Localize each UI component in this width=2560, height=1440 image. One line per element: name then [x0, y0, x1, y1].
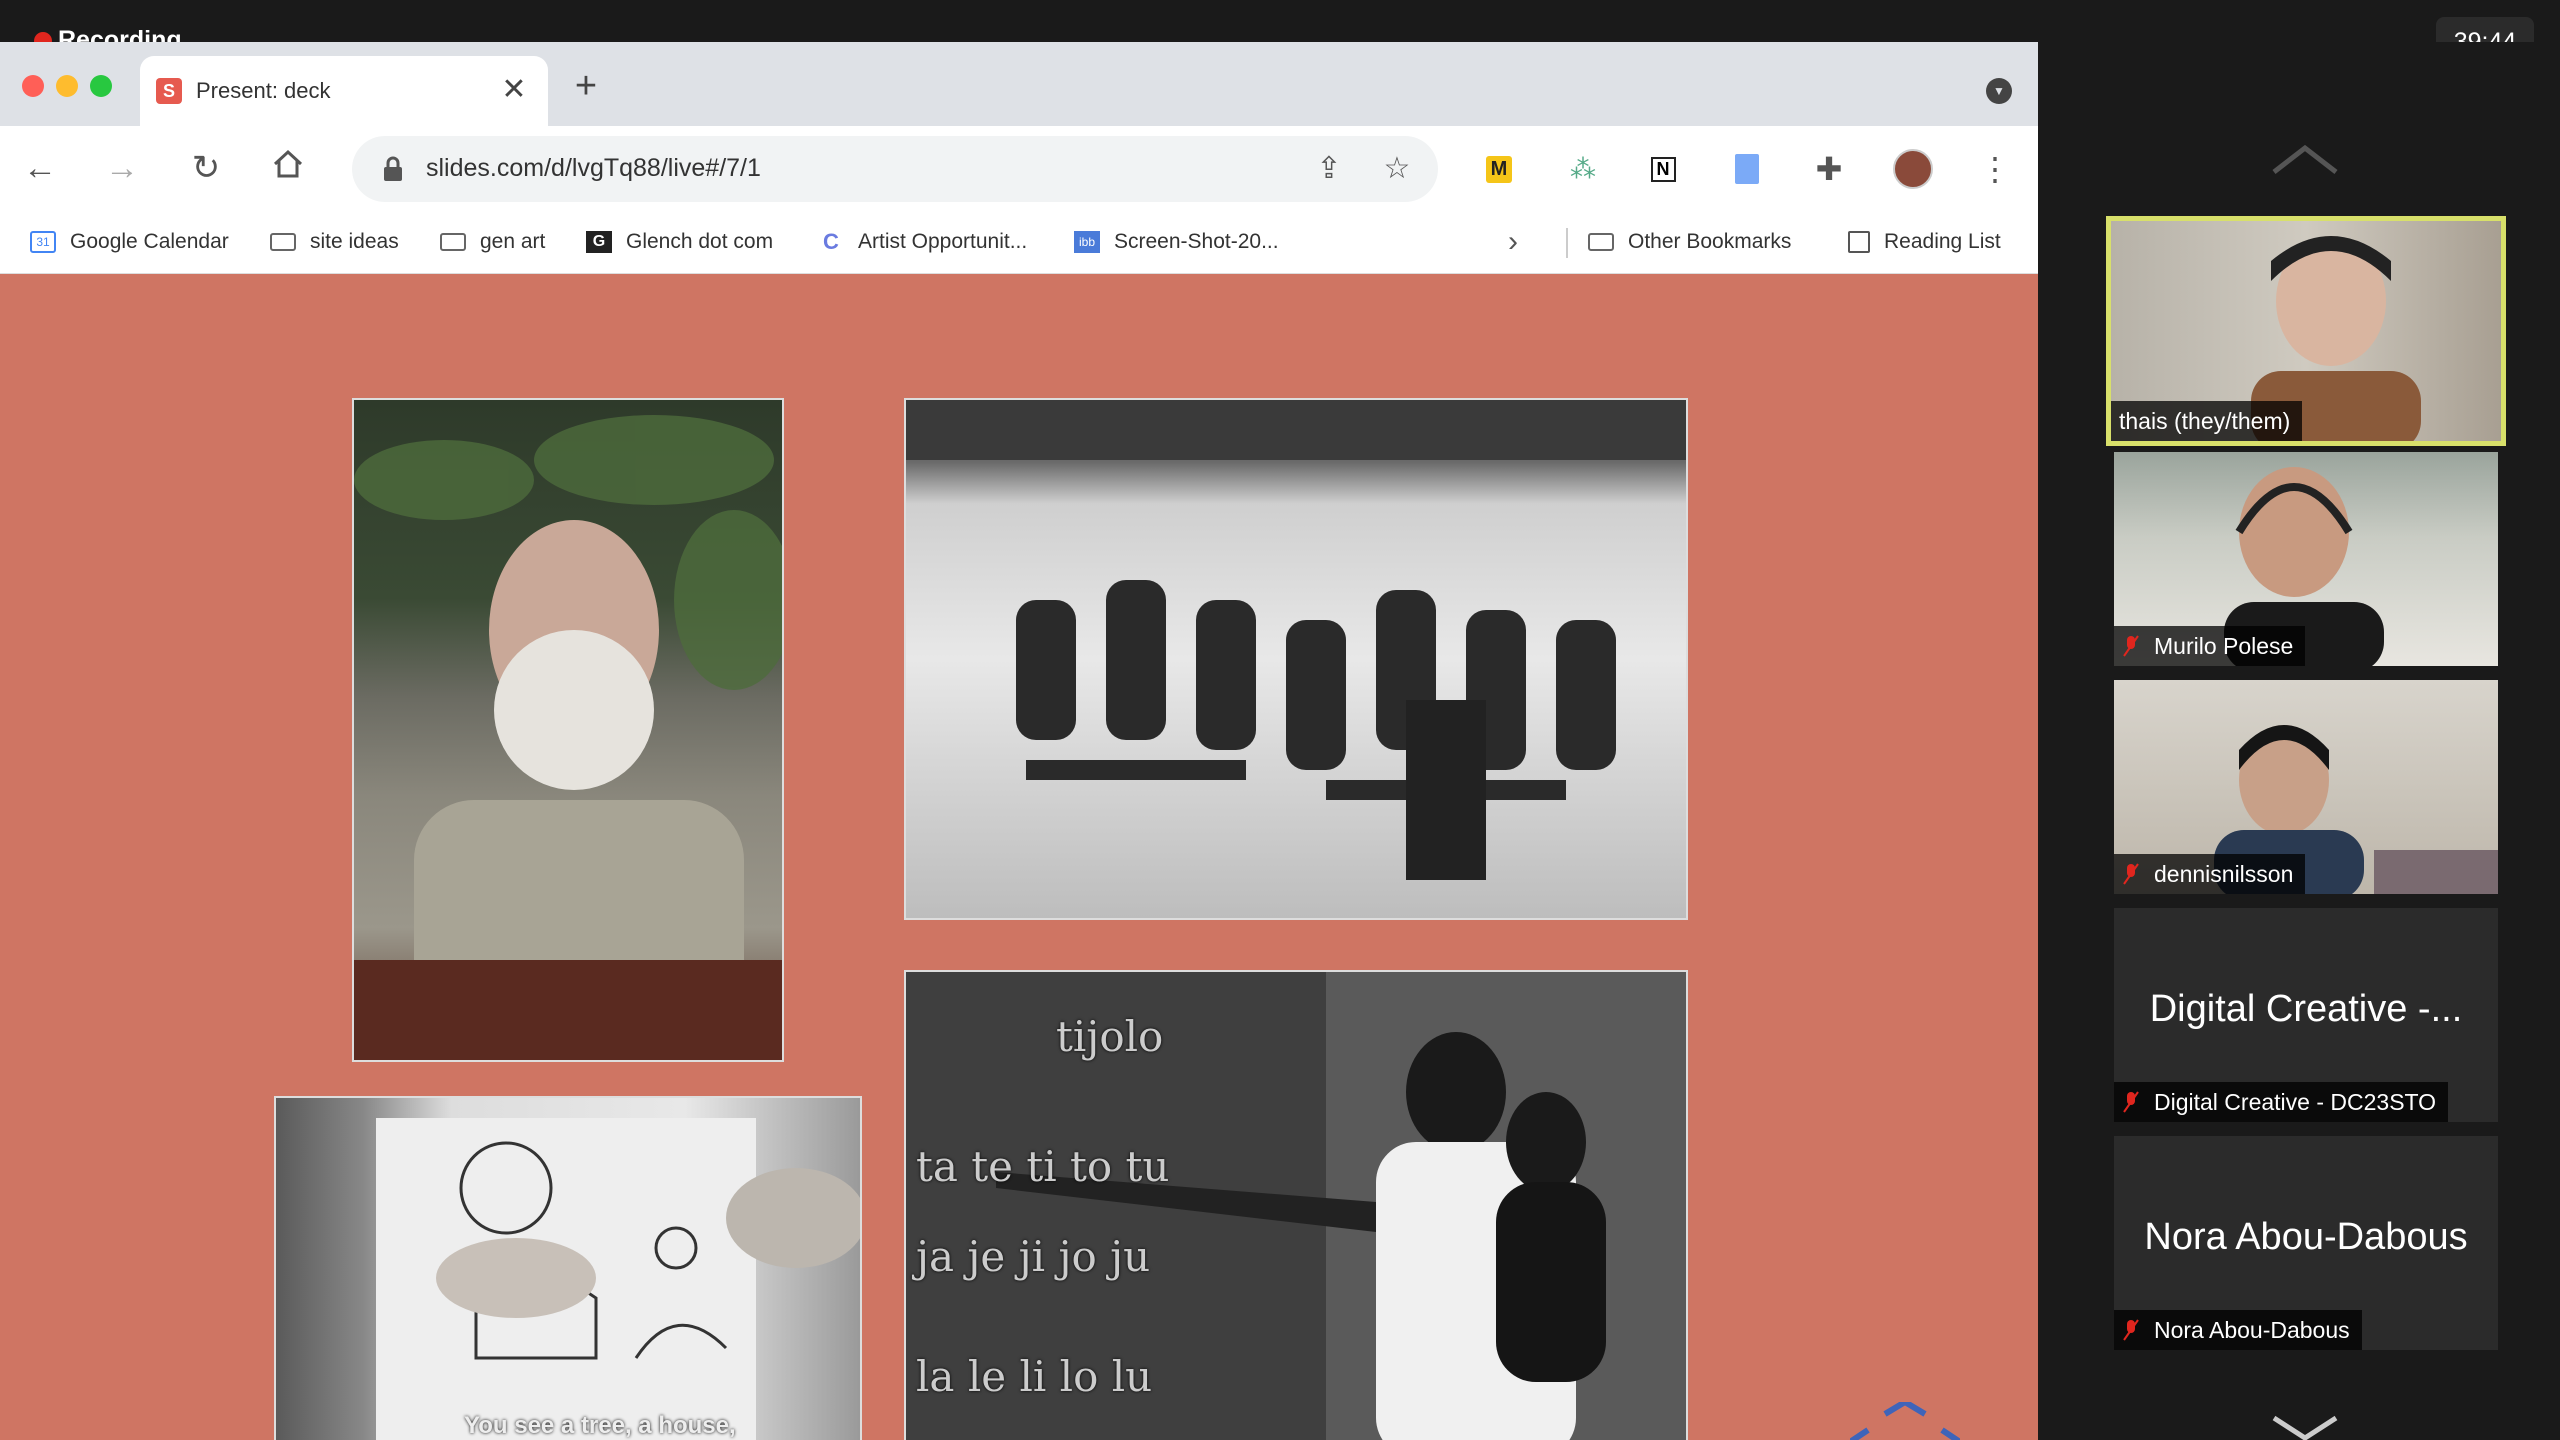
blackboard-lesson-photo: tijolo ta te ti to tu ja je ji jo ju la …	[904, 970, 1688, 1440]
folder-icon	[270, 233, 296, 251]
tab-close-icon[interactable]: ✕	[496, 72, 532, 108]
browser-window: S Present: deck ✕ + ▼ ← → ↻ slides.com/d…	[0, 42, 2038, 1440]
reload-icon[interactable]: ↻	[184, 146, 228, 190]
scroll-up-chevron-icon[interactable]	[2270, 140, 2340, 180]
scroll-down-chevron-icon[interactable]	[2270, 1412, 2340, 1440]
folder-icon	[1588, 233, 1614, 251]
bookmarks-divider	[1566, 228, 1568, 258]
browser-toolbar: ← → ↻ slides.com/d/lvgTq88/live#/7/1 ⇪ ☆…	[0, 126, 2038, 212]
bookmark-glench-dot-com[interactable]: G Glench dot com	[586, 224, 773, 260]
muted-mic-icon	[2123, 635, 2139, 657]
more-bookmarks-chevron-icon[interactable]: ›	[1508, 224, 1518, 260]
zoom-top-bar	[0, 0, 2560, 42]
extensions-puzzle-icon[interactable]: ✚	[1806, 146, 1852, 192]
image-icon: ibb	[1074, 231, 1100, 253]
book-drawing-photo: You see a tree, a house,	[274, 1096, 862, 1440]
url-text: slides.com/d/lvgTq88/live#/7/1	[426, 154, 761, 182]
participant-name: dennisnilsson	[2154, 860, 2294, 887]
back-icon[interactable]: ←	[18, 146, 62, 190]
tab-title: Present: deck	[196, 78, 331, 103]
muted-mic-icon	[2123, 1091, 2139, 1113]
bookmarks-bar: 31 Google Calendar site ideas gen art G …	[0, 212, 2038, 274]
tab-strip: S Present: deck ✕ + ▼	[0, 42, 2038, 126]
chalk-row-ja: ja je ji jo ju	[916, 1232, 1151, 1281]
forward-icon[interactable]: →	[100, 146, 144, 190]
participant-name-tag: thais (they/them)	[2111, 401, 2303, 441]
participant-name: Nora Abou-Dabous	[2154, 1316, 2350, 1343]
participant-name: Digital Creative - DC23STO	[2154, 1088, 2437, 1115]
participant-name: Murilo Polese	[2154, 632, 2294, 659]
slide-nav-arrows-icon[interactable]	[1850, 1402, 1960, 1440]
maximize-window-button[interactable]	[90, 75, 112, 97]
presentation-slide: You see a tree, a house, tijolo ta te ti…	[0, 274, 2038, 1440]
participant-name-tag: dennisnilsson	[2114, 854, 2306, 894]
participant-tile-murilo[interactable]: Murilo Polese	[2114, 452, 2498, 666]
more-menu-icon[interactable]: ⋮	[1972, 146, 2018, 192]
participant-name-tag: Murilo Polese	[2114, 626, 2306, 666]
calendar-icon: 31	[30, 231, 56, 253]
bookmark-other-bookmarks[interactable]: Other Bookmarks	[1588, 224, 1791, 260]
docs-extension-icon[interactable]	[1724, 146, 1770, 192]
muted-mic-icon	[2123, 863, 2139, 885]
c-icon: C	[823, 229, 839, 254]
close-window-button[interactable]	[22, 75, 44, 97]
reading-list-button[interactable]: Reading List	[1848, 224, 2001, 260]
profile-avatar[interactable]	[1890, 146, 1936, 192]
translate-extension-icon[interactable]: ⁂	[1560, 146, 1606, 192]
participant-tile-nora[interactable]: Nora Abou-Dabous Nora Abou-Dabous	[2114, 1136, 2498, 1350]
share-icon[interactable]: ⇪	[1310, 150, 1348, 188]
bookmark-site-ideas[interactable]: site ideas	[270, 224, 399, 260]
bookmark-star-icon[interactable]: ☆	[1378, 150, 1416, 188]
muted-mic-icon	[2123, 1319, 2139, 1341]
participant-name: thais (they/them)	[2119, 407, 2291, 434]
new-tab-button[interactable]: +	[566, 66, 606, 106]
bookmark-gen-art[interactable]: gen art	[440, 224, 545, 260]
chalk-row-ta: ta te ti to tu	[916, 1142, 1170, 1191]
bookmark-artist-opportunities[interactable]: C Artist Opportunit...	[818, 224, 1027, 260]
portrait-photo	[352, 398, 784, 1062]
participant-tile-digital-creative[interactable]: Digital Creative -... Digital Creative -…	[2114, 908, 2498, 1122]
participant-tile-dennis[interactable]: dennisnilsson	[2114, 680, 2498, 894]
folder-icon	[440, 233, 466, 251]
participant-name-tag: Digital Creative - DC23STO	[2114, 1082, 2449, 1122]
address-bar[interactable]: slides.com/d/lvgTq88/live#/7/1 ⇪ ☆	[352, 136, 1438, 202]
participant-display-name: Digital Creative -...	[2149, 988, 2463, 1030]
slides-favicon-icon: S	[156, 78, 182, 104]
tab-search-icon[interactable]: ▼	[1986, 78, 2012, 104]
group-discussion-photo	[904, 398, 1688, 920]
home-icon[interactable]	[266, 146, 310, 190]
g-icon: G	[586, 231, 612, 253]
tab-present-deck[interactable]: S Present: deck ✕	[140, 56, 548, 126]
chalk-row-la: la le li lo lu	[916, 1352, 1153, 1401]
notion-extension-icon[interactable]: N	[1640, 146, 1686, 192]
participant-name-tag: Nora Abou-Dabous	[2114, 1310, 2362, 1350]
lock-icon	[384, 156, 402, 181]
participant-display-name: Nora Abou-Dabous	[2144, 1216, 2468, 1258]
miro-extension-icon[interactable]: M	[1476, 146, 1522, 192]
chalk-word-tijolo: tijolo	[1056, 1012, 1164, 1061]
bookmark-screen-shot[interactable]: ibb Screen-Shot-20...	[1074, 224, 1279, 260]
participant-tile-thais[interactable]: thais (they/them)	[2106, 216, 2506, 446]
reading-list-icon	[1848, 231, 1870, 253]
video-caption: You see a tree, a house,	[464, 1412, 736, 1439]
bookmark-google-calendar[interactable]: 31 Google Calendar	[30, 224, 229, 260]
minimize-window-button[interactable]	[56, 75, 78, 97]
